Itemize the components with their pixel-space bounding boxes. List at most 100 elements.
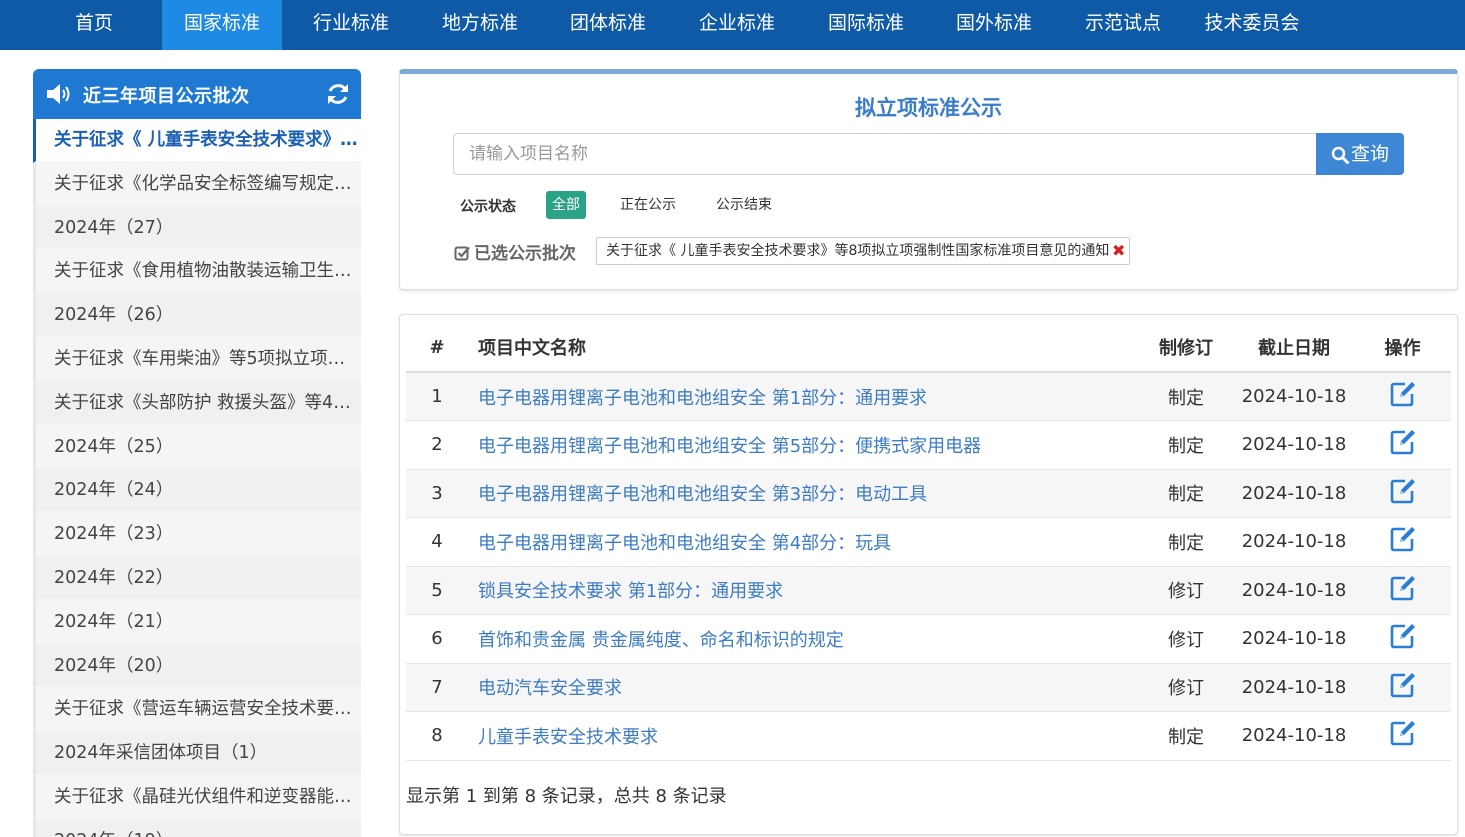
nav-item-enterprise-standards[interactable]: 企业标准 — [677, 0, 797, 50]
sidebar-item[interactable]: 关于征求《营运车辆运营安全技术要求》等项目意见的通知 — [33, 688, 361, 733]
speaker-icon — [47, 84, 70, 104]
search-input[interactable] — [453, 133, 1317, 175]
column-header-deadline: 截止日期 — [1234, 323, 1354, 373]
sidebar-title: 近三年项目公示批次 — [83, 86, 250, 107]
selected-batch-tag-text: 关于征求《 儿童手表安全技术要求》等8项拟立项强制性国家标准项目意见的通知 — [606, 243, 1110, 259]
nav-item-technical-committee[interactable]: 技术委员会 — [1192, 0, 1312, 50]
row-deadline: 2024-10-18 — [1234, 517, 1354, 567]
sidebar-item[interactable]: 关于征求《车用柴油》等5项拟立项强制性国家标准项目意见的通知 — [33, 337, 361, 382]
nav-item-industry-standards[interactable]: 行业标准 — [291, 0, 411, 50]
sidebar: 近三年项目公示批次 关于征求《 儿童手表安全技术要求》等8项拟立项强制性国家标准… — [33, 69, 361, 837]
table-row: 6 首饰和贵金属 贵金属纯度、命名和标识的规定 修订 2024-10-18 — [406, 614, 1451, 664]
table-row: 8 儿童手表安全技术要求 制定 2024-10-18 — [406, 711, 1451, 761]
table-row: 2 电子电器用锂离子电池和电池组安全 第5部分：便携式家用电器 制定 2024-10-… — [406, 420, 1451, 470]
column-header-operation: 操作 — [1354, 323, 1451, 373]
row-name-link[interactable]: 电子电器用锂离子电池和电池组安全 第5部分：便携式家用电器 — [468, 420, 1138, 470]
filter-in-progress[interactable]: 正在公示 — [614, 191, 682, 219]
sidebar-item[interactable]: 2024年（24） — [33, 469, 361, 514]
edit-icon[interactable] — [1389, 574, 1417, 607]
edit-icon[interactable] — [1389, 477, 1417, 510]
table-row: 1 电子电器用锂离子电池和电池组安全 第1部分：通用要求 制定 2024-10-18 — [406, 372, 1451, 421]
row-revise-type: 修订 — [1138, 614, 1234, 664]
sidebar-item[interactable]: 2024年（21） — [33, 600, 361, 645]
nav-item-international-standards[interactable]: 国际标准 — [806, 0, 926, 50]
row-index: 6 — [406, 614, 468, 664]
nav-item-group-standards[interactable]: 团体标准 — [548, 0, 668, 50]
top-nav: 首页 国家标准 行业标准 地方标准 团体标准 企业标准 国际标准 国外标准 示范… — [0, 0, 1465, 50]
filter-all[interactable]: 全部 — [546, 191, 586, 219]
results-panel: # 项目中文名称 制修订 截止日期 操作 1 电子电器用锂离子电池和电池组安全 第… — [399, 314, 1458, 835]
table-row: 5 锁具安全技术要求 第1部分：通用要求 修订 2024-10-18 — [406, 566, 1451, 615]
nav-item-home[interactable]: 首页 — [53, 0, 135, 50]
filter-ended[interactable]: 公示结束 — [710, 191, 778, 219]
edit-icon[interactable] — [1389, 719, 1417, 752]
row-revise-type: 制定 — [1138, 372, 1234, 421]
refresh-icon[interactable] — [325, 81, 351, 107]
row-operation — [1354, 372, 1451, 421]
row-operation — [1354, 469, 1451, 518]
row-deadline: 2024-10-18 — [1234, 469, 1354, 518]
row-deadline: 2024-10-18 — [1234, 711, 1354, 761]
sidebar-item[interactable]: 2024年（23） — [33, 513, 361, 557]
sidebar-item[interactable]: 2024年（25） — [33, 425, 361, 470]
row-revise-type: 修订 — [1138, 663, 1234, 712]
row-index: 2 — [406, 420, 468, 470]
row-name-link[interactable]: 首饰和贵金属 贵金属纯度、命名和标识的规定 — [468, 614, 1138, 664]
row-deadline: 2024-10-18 — [1234, 566, 1354, 615]
row-index: 5 — [406, 566, 468, 615]
row-deadline: 2024-10-18 — [1234, 372, 1354, 421]
row-revise-type: 制定 — [1138, 517, 1234, 567]
table-row: 7 电动汽车安全要求 修订 2024-10-18 — [406, 663, 1451, 712]
row-operation — [1354, 420, 1451, 470]
close-icon[interactable]: ✖ — [1112, 238, 1125, 264]
sidebar-item[interactable]: 2024年（20） — [33, 644, 361, 689]
sidebar-item[interactable]: 关于征求《晶硅光伏组件和逆变器能效限定值及能效等级》等项目意见的通知 — [33, 775, 361, 820]
row-revise-type: 制定 — [1138, 469, 1234, 518]
row-name-link[interactable]: 电动汽车安全要求 — [468, 663, 1138, 712]
row-index: 1 — [406, 372, 468, 421]
search-button-label: 查询 — [1350, 143, 1389, 165]
column-header-revise: 制修订 — [1138, 323, 1234, 373]
table-header-row: # 项目中文名称 制修订 截止日期 操作 — [406, 323, 1451, 373]
sidebar-item[interactable]: 2024年采信团体项目（1） — [33, 732, 361, 776]
results-table: # 项目中文名称 制修订 截止日期 操作 1 电子电器用锂离子电池和电池组安全 第… — [406, 323, 1451, 761]
nav-item-local-standards[interactable]: 地方标准 — [420, 0, 540, 50]
row-name-link[interactable]: 锁具安全技术要求 第1部分：通用要求 — [468, 566, 1138, 615]
sidebar-item[interactable]: 2024年（26） — [33, 294, 361, 338]
sidebar-item[interactable]: 关于征求《头部防护 救援头盔》等44项拟立项强制性国家标准项目意见的通知 — [33, 381, 361, 426]
nav-item-national-standards[interactable]: 国家标准 — [162, 0, 282, 50]
row-index: 3 — [406, 469, 468, 518]
sidebar-item[interactable]: 2024年（27） — [33, 206, 361, 251]
sidebar-item[interactable]: 关于征求《食用植物油散装运输卫生要求》等项目意见的通知 — [33, 250, 361, 295]
row-index: 7 — [406, 663, 468, 712]
sidebar-list: 关于征求《 儿童手表安全技术要求》等8项拟立项强制性国家标准项目意见的通知 关于… — [33, 119, 361, 837]
nav-item-demo-pilot[interactable]: 示范试点 — [1063, 0, 1183, 50]
row-operation — [1354, 566, 1451, 615]
row-operation — [1354, 614, 1451, 664]
row-revise-type: 制定 — [1138, 420, 1234, 470]
row-name-link[interactable]: 电子电器用锂离子电池和电池组安全 第4部分：玩具 — [468, 517, 1138, 567]
sidebar-item[interactable]: 关于征求《化学品安全标签编写规定》等项目意见的通知 — [33, 162, 361, 207]
table-row: 3 电子电器用锂离子电池和电池组安全 第3部分：电动工具 制定 2024-10-18 — [406, 469, 1451, 518]
edit-icon[interactable] — [1389, 622, 1417, 655]
check-square-icon — [454, 246, 470, 261]
search-button[interactable]: 查询 — [1316, 133, 1404, 175]
row-name-link[interactable]: 电子电器用锂离子电池和电池组安全 第1部分：通用要求 — [468, 372, 1138, 421]
nav-item-foreign-standards[interactable]: 国外标准 — [934, 0, 1054, 50]
column-header-index: # — [406, 323, 468, 373]
search-icon — [1331, 146, 1349, 164]
row-operation — [1354, 517, 1451, 567]
page-title: 拟立项标准公示 — [855, 96, 1002, 120]
sidebar-item[interactable]: 2024年（22） — [33, 556, 361, 601]
edit-icon[interactable] — [1389, 525, 1417, 558]
edit-icon[interactable] — [1389, 671, 1417, 704]
edit-icon[interactable] — [1389, 428, 1417, 461]
row-name-link[interactable]: 电子电器用锂离子电池和电池组安全 第3部分：电动工具 — [468, 469, 1138, 518]
selected-batch-label-text: 已选公示批次 — [474, 244, 576, 264]
row-revise-type: 修订 — [1138, 566, 1234, 615]
edit-icon[interactable] — [1389, 380, 1417, 413]
records-info: 显示第 1 到第 8 条记录，总共 8 条记录 — [406, 786, 727, 807]
row-name-link[interactable]: 儿童手表安全技术要求 — [468, 711, 1138, 761]
sidebar-item[interactable]: 2024年（19） — [33, 819, 361, 837]
sidebar-item[interactable]: 关于征求《 儿童手表安全技术要求》等8项拟立项强制性国家标准项目意见的通知 — [33, 119, 361, 163]
